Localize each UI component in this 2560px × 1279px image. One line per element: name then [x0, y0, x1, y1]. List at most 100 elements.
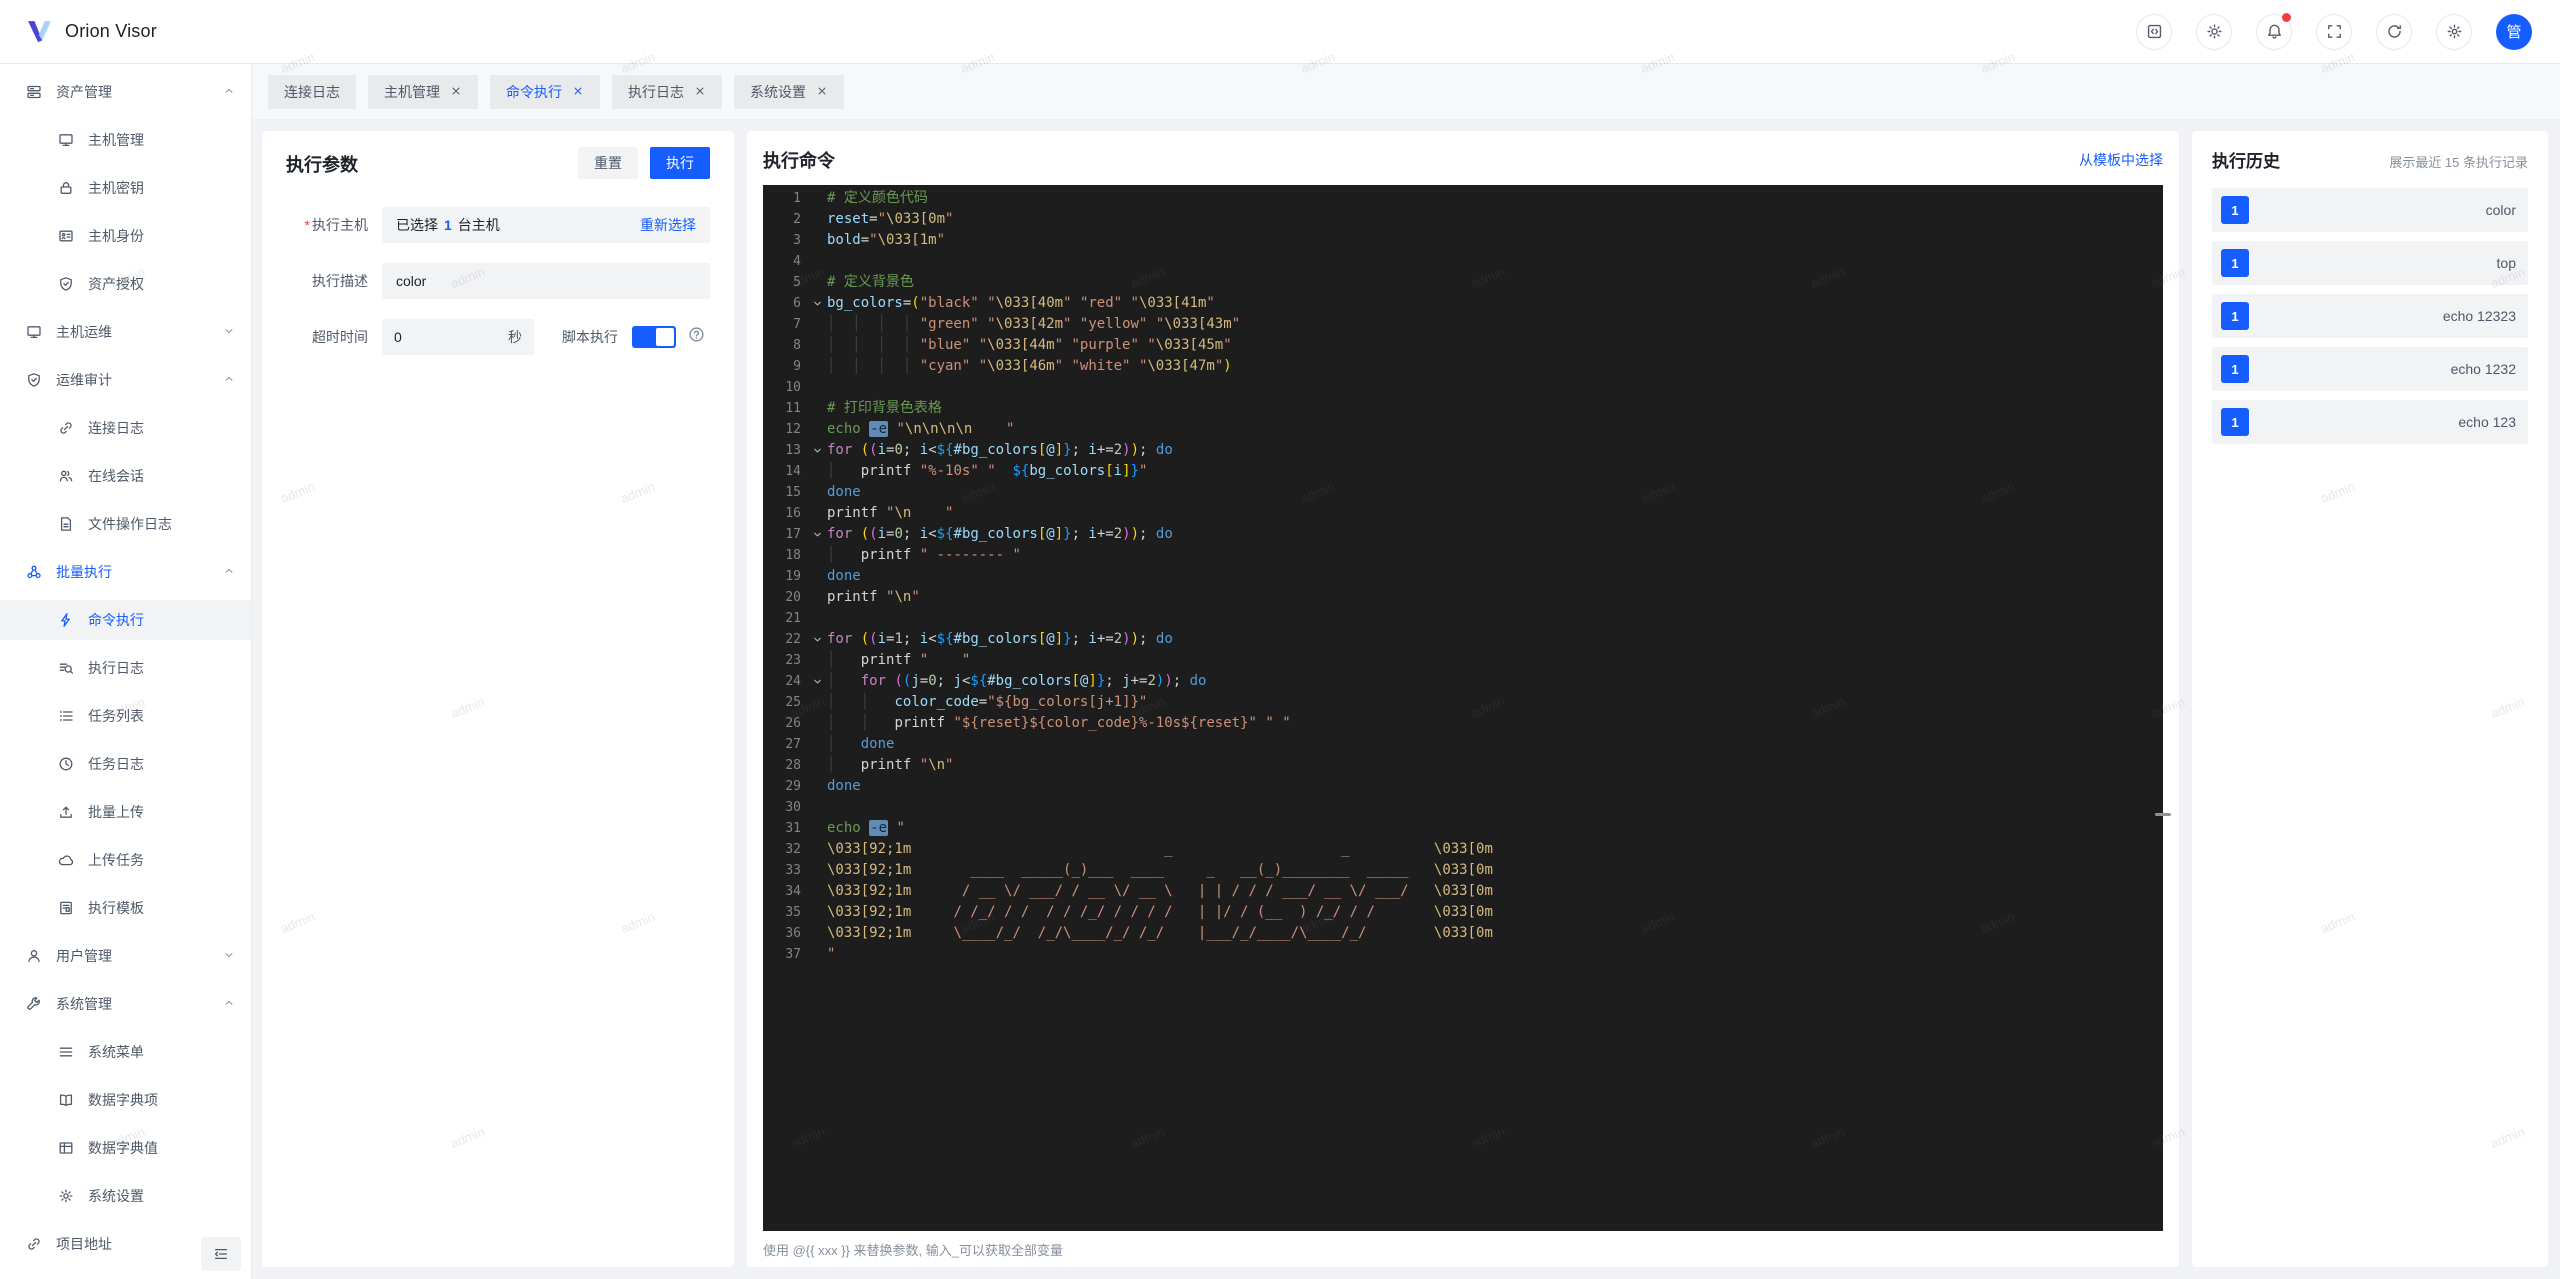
sidebar-item-label: 文件操作日志	[88, 516, 172, 532]
sidebar-item-3-3[interactable]: 任务日志	[0, 744, 251, 784]
timeout-input[interactable]	[394, 329, 484, 345]
bell-button[interactable]	[2256, 12, 2292, 50]
code-text: reset="\033[0m"	[827, 211, 954, 227]
script-exec-toggle[interactable]	[632, 326, 676, 348]
close-icon	[818, 87, 826, 94]
sidebar-item-0-1[interactable]: 主机密钥	[0, 168, 251, 208]
sidebar-item-label: 连接日志	[88, 420, 144, 436]
fold-gutter	[807, 923, 827, 944]
sidebar-item-0-0[interactable]: 主机管理	[0, 120, 251, 160]
theme-button[interactable]	[2196, 13, 2232, 50]
book-icon	[59, 1094, 73, 1107]
history-item-0[interactable]: 1 color	[2212, 188, 2528, 232]
editor-line: 26 │ │ printf "${reset}${color_code}%-10s…	[763, 713, 2163, 734]
code-text: done	[827, 568, 861, 584]
close-icon[interactable]	[572, 84, 584, 100]
line-number: 21	[785, 611, 801, 626]
editor-line: 3 bold="\033[1m"	[763, 230, 2163, 251]
cloud-icon	[58, 855, 74, 866]
sidebar-item-2-0[interactable]: 连接日志	[0, 408, 251, 448]
tab-0[interactable]: 连接日志	[268, 74, 356, 109]
fold-gutter	[807, 839, 827, 860]
history-item-3[interactable]: 1 echo 1232	[2212, 347, 2528, 391]
reset-button[interactable]: 重置	[578, 147, 638, 179]
fullscreen-button[interactable]	[2316, 13, 2352, 50]
close-icon[interactable]	[450, 84, 462, 100]
sidebar-item-5-3[interactable]: 系统设置	[0, 1176, 251, 1216]
sidebar-item-5-0[interactable]: 系统菜单	[0, 1032, 251, 1072]
history-item-1[interactable]: 1 top	[2212, 241, 2528, 285]
main-area: 连接日志 主机管理 命令执行 执行日志 系统设置 执行参数 重置 执行 * 执行主机 已选…	[252, 64, 2560, 1279]
sidebar-collapse-button[interactable]	[201, 1237, 241, 1271]
sidebar-item-3-6[interactable]: 执行模板	[0, 888, 251, 928]
help-icon[interactable]	[688, 326, 705, 348]
sidebar-item-label: 运维审计	[56, 372, 112, 388]
sidebar-item-5-2[interactable]: 数据字典值	[0, 1128, 251, 1168]
sidebar-item-1[interactable]: 主机运维	[0, 312, 251, 352]
sidebar-item-3-2[interactable]: 任务列表	[0, 696, 251, 736]
tab-3[interactable]: 执行日志	[612, 74, 722, 109]
tab-2[interactable]: 命令执行	[490, 74, 600, 109]
description-input[interactable]	[382, 263, 710, 299]
close-icon[interactable]	[694, 84, 706, 100]
refresh-button[interactable]	[2376, 13, 2412, 50]
close-icon[interactable]	[816, 84, 828, 100]
chevron-down-icon	[813, 637, 821, 642]
fold-chevron-icon[interactable]	[807, 293, 827, 314]
line-number: 36	[785, 926, 801, 941]
sidebar-item-3-5[interactable]: 上传任务	[0, 840, 251, 880]
sidebar-item-0-2[interactable]: 主机身份	[0, 216, 251, 256]
fold-gutter	[807, 503, 827, 524]
exec-params-panel: 执行参数 重置 执行 * 执行主机 已选择 1 台主机 重新选择 执行描述 co…	[262, 131, 734, 1267]
sidebar-item-label: 系统设置	[88, 1188, 144, 1204]
code-text: │ │ │ │ "blue" "\033[44m" "purple" "\033…	[827, 337, 1232, 353]
chevron-down-icon	[223, 324, 235, 340]
sidebar-item-0[interactable]: 资产管理	[0, 72, 251, 112]
tab-1[interactable]: 主机管理	[368, 74, 478, 109]
fold-chevron-icon[interactable]	[807, 524, 827, 545]
history-item-4[interactable]: 1 echo 123	[2212, 400, 2528, 444]
host-selection-field[interactable]: 已选择 1 台主机 重新选择	[382, 207, 710, 243]
sidebar-item-2[interactable]: 运维审计	[0, 360, 251, 400]
sidebar-item-4[interactable]: 用户管理	[0, 936, 251, 976]
id-card-icon	[59, 230, 73, 242]
history-subtitle: 展示最近 15 条执行记录	[2389, 155, 2528, 170]
history-item-2[interactable]: 1 echo 12323	[2212, 294, 2528, 338]
run-button[interactable]: 执行	[650, 147, 710, 179]
line-number: 11	[785, 401, 801, 416]
sidebar-item-5[interactable]: 系统管理	[0, 984, 251, 1024]
sidebar: 资产管理主机管理主机密钥主机身份资产授权主机运维运维审计连接日志在线会话文件操作…	[0, 64, 252, 1279]
code-square-button[interactable]	[2136, 13, 2172, 50]
settings-button[interactable]	[2436, 13, 2472, 50]
sidebar-item-3-0[interactable]: 命令执行	[0, 600, 251, 640]
sidebar-item-3[interactable]: 批量执行	[0, 552, 251, 592]
select-from-template-link[interactable]: 从模板中选择	[2079, 150, 2163, 170]
chevron-up-icon	[225, 377, 233, 381]
fold-chevron-icon[interactable]	[807, 629, 827, 650]
editor-resize-handle[interactable]	[2155, 812, 2171, 816]
fold-chevron-icon[interactable]	[807, 671, 827, 692]
code-text: done	[827, 778, 861, 794]
sidebar-item-2-1[interactable]: 在线会话	[0, 456, 251, 496]
code-text: printf "\n"	[827, 589, 920, 605]
tab-4[interactable]: 系统设置	[734, 74, 844, 109]
history-command: echo 123	[2458, 414, 2516, 430]
code-editor[interactable]: 1 # 定义颜色代码 2 reset="\033[0m" 3 bold="\033[1m"…	[763, 185, 2163, 1231]
app-logo: Orion Visor	[26, 18, 157, 45]
sidebar-item-3-4[interactable]: 批量上传	[0, 792, 251, 832]
fold-gutter	[807, 692, 827, 713]
chevron-down-icon	[813, 532, 821, 537]
sidebar-item-2-2[interactable]: 文件操作日志	[0, 504, 251, 544]
fold-chevron-icon[interactable]	[807, 440, 827, 461]
user-avatar[interactable]: 管	[2496, 13, 2532, 50]
sidebar-item-3-1[interactable]: 执行日志	[0, 648, 251, 688]
sidebar-item-0-3[interactable]: 资产授权	[0, 264, 251, 304]
line-number: 29	[785, 779, 801, 794]
code-text: # 定义颜色代码	[827, 190, 928, 206]
sidebar-item-5-1[interactable]: 数据字典项	[0, 1080, 251, 1120]
code-text: │ printf "\n"	[827, 757, 954, 773]
chevron-up-icon	[223, 84, 235, 100]
code-text: bg_colors=("black" "\033[40m" "red" "\03…	[827, 295, 1215, 311]
reselect-host-link[interactable]: 重新选择	[640, 215, 696, 235]
